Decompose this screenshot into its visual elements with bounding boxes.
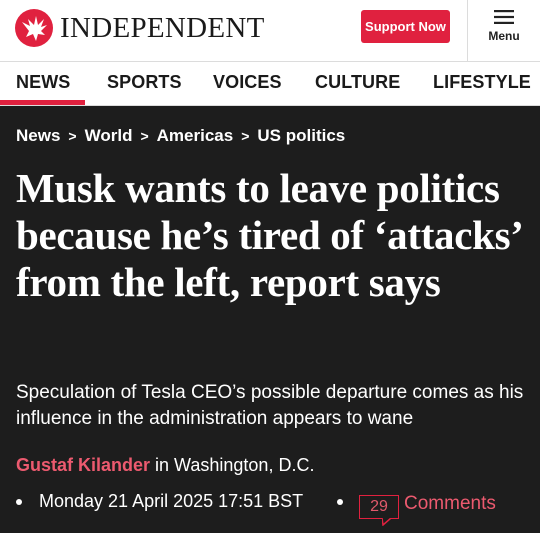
breadcrumb: News > World > Americas > US politics	[16, 126, 345, 146]
breadcrumb-world[interactable]: World	[85, 126, 133, 146]
nav-item-sports[interactable]: SPORTS	[107, 72, 182, 93]
nav-item-voices[interactable]: VOICES	[213, 72, 282, 93]
active-nav-indicator	[0, 100, 85, 105]
support-now-button[interactable]: Support Now	[361, 10, 450, 43]
nav-item-news[interactable]: NEWS	[16, 72, 70, 93]
section-nav: NEWS SPORTS VOICES CULTURE LIFESTYLE	[0, 61, 540, 106]
byline-location: in Washington, D.C.	[155, 455, 315, 475]
eagle-logo-icon	[15, 9, 53, 47]
nav-item-culture[interactable]: CULTURE	[315, 72, 400, 93]
meta-bullet	[16, 499, 22, 505]
author-link[interactable]: Gustaf Kilander	[16, 455, 150, 475]
publish-date: Monday 21 April 2025 17:51 BST	[39, 491, 304, 511]
site-logo[interactable]: INDEPENDENT	[14, 8, 265, 48]
menu-label: Menu	[488, 29, 520, 43]
comments-link[interactable]: Comments	[404, 493, 496, 515]
article-meta: Monday 21 April 2025 17:51 BST 29 Commen…	[16, 491, 536, 527]
breadcrumb-separator: >	[241, 128, 250, 144]
byline: Gustaf Kilander in Washington, D.C.	[16, 455, 314, 476]
logo-wordmark: INDEPENDENT	[60, 12, 265, 44]
nav-item-lifestyle[interactable]: LIFESTYLE	[433, 72, 531, 93]
menu-button[interactable]: Menu	[468, 0, 540, 61]
breadcrumb-americas[interactable]: Americas	[157, 126, 234, 146]
meta-bullet	[337, 499, 343, 505]
hamburger-menu-icon	[494, 10, 514, 24]
article-headline: Musk wants to leave politics because he’…	[16, 165, 521, 305]
comment-count-badge[interactable]: 29	[359, 495, 399, 519]
breadcrumb-news[interactable]: News	[16, 126, 60, 146]
breadcrumb-separator: >	[68, 128, 77, 144]
article-standfirst: Speculation of Tesla CEO’s possible depa…	[16, 382, 524, 429]
site-header: INDEPENDENT Support Now Menu	[0, 0, 540, 61]
breadcrumb-separator: >	[140, 128, 149, 144]
breadcrumb-us-politics[interactable]: US politics	[257, 126, 345, 146]
speech-bubble-icon	[382, 518, 392, 526]
